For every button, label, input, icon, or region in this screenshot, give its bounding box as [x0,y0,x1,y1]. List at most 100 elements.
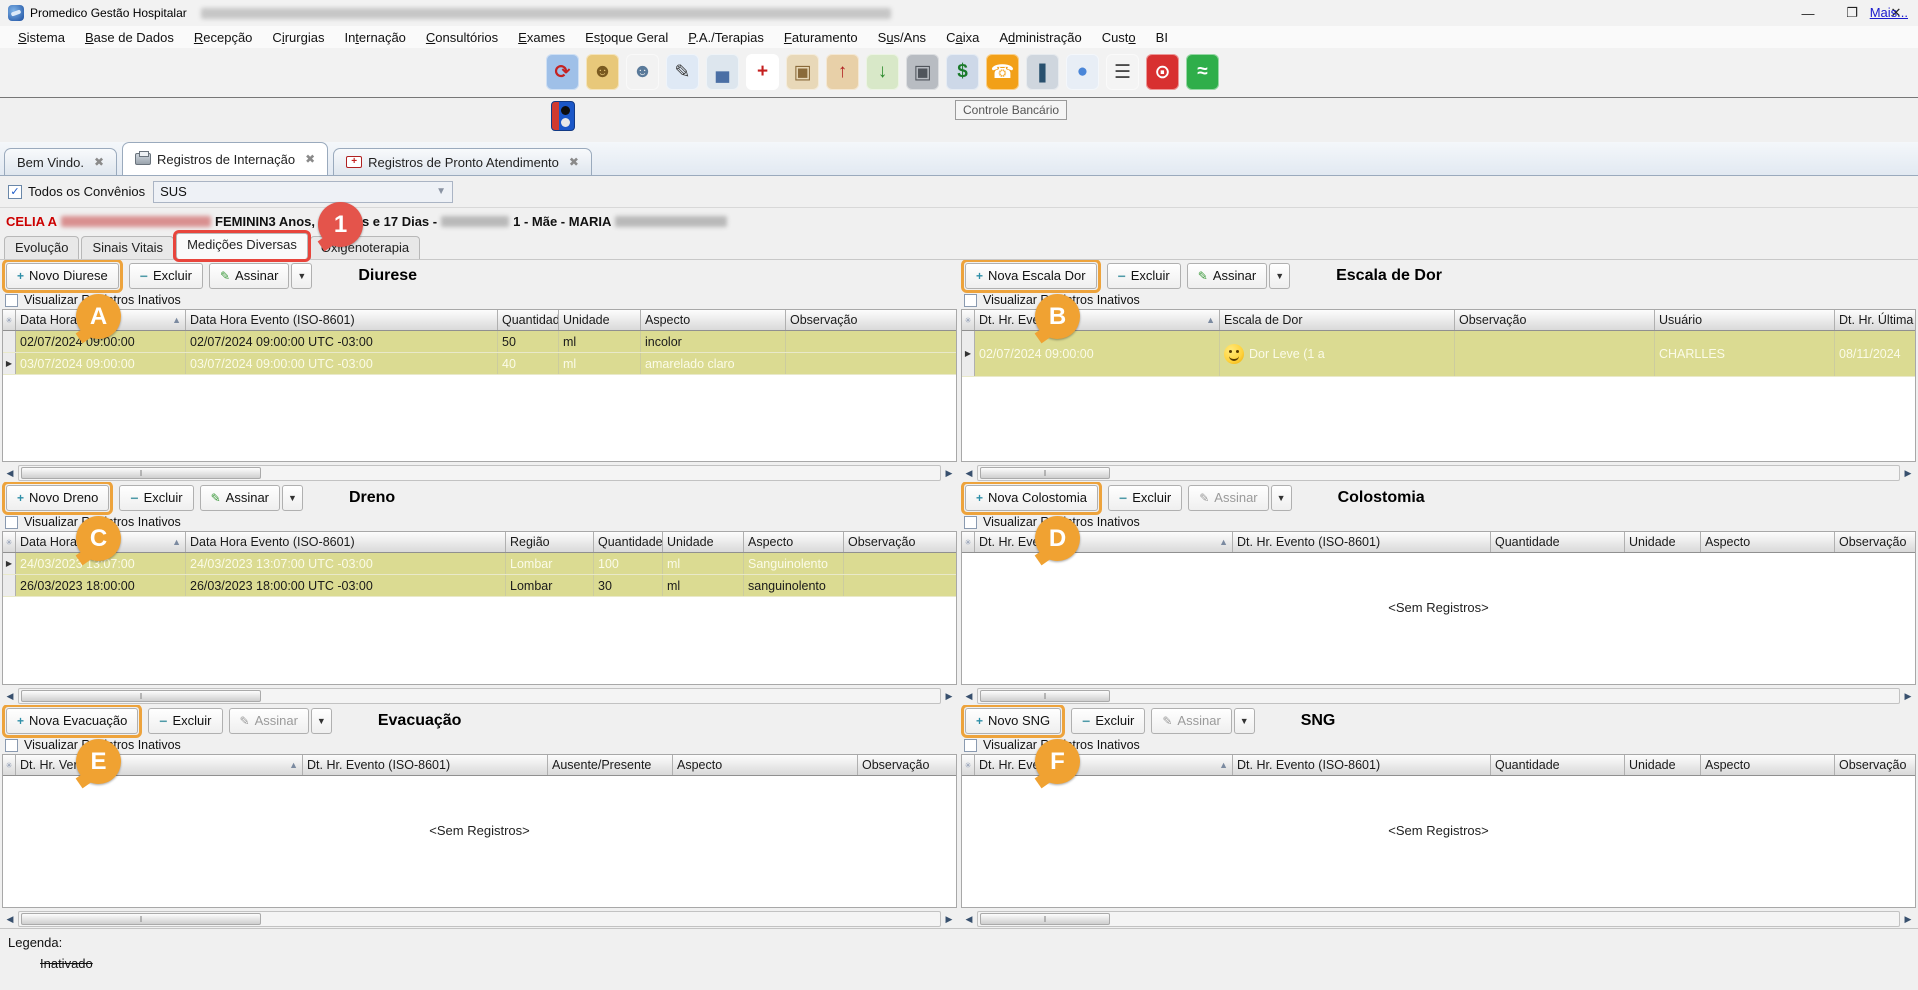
inativos-checkbox[interactable] [5,739,18,752]
convenio-combobox[interactable]: SUS ▼ [153,181,453,203]
table-row[interactable]: ▶02/07/2024 09:00:00Dor Leve (1 aCHARLLE… [962,331,1915,377]
stock-boxes-icon[interactable]: ▣ [786,54,819,90]
column-header[interactable]: Unidade [1625,755,1701,775]
column-header[interactable]: Observação [1835,532,1916,552]
column-header[interactable]: Observação [1835,755,1916,775]
table-row[interactable]: ▶03/07/2024 09:00:0003/07/2024 09:00:00 … [3,353,956,375]
scroll-right-icon[interactable]: ▶ [941,691,957,702]
scrollbar-track[interactable]: ‖ [977,911,1900,927]
assinar-button[interactable]: ✎ Assinar [1188,485,1268,511]
assinar-button[interactable]: ✎ Assinar [229,708,309,734]
new-button-sng[interactable]: + Novo SNG [965,708,1061,734]
prescription-icon[interactable]: ✎ [666,54,699,90]
column-header[interactable]: Observação [844,532,957,552]
column-header[interactable]: Quantidade [1491,755,1625,775]
hospital-bed-icon[interactable]: ▄ [706,54,739,90]
column-header[interactable]: Unidade [663,532,744,552]
assinar-dropdown-icon[interactable]: ▼ [311,708,332,734]
scrollbar-thumb[interactable]: ‖ [980,467,1110,479]
column-header[interactable]: Usuário [1655,310,1835,330]
assinar-dropdown-icon[interactable]: ▼ [291,263,312,289]
tab-close-icon[interactable]: ✖ [94,155,104,169]
menu-item-base-de-dados[interactable]: Base de Dados [75,28,184,47]
chat-icon[interactable]: ● [1066,54,1099,90]
horizontal-scrollbar[interactable]: ◀ ‖ ▶ [961,464,1916,482]
column-header[interactable]: Quantidade [594,532,663,552]
traffic-light-icon[interactable] [551,101,575,131]
subtab-medi-es-diversas[interactable]: Medições Diversas [176,233,308,259]
column-header[interactable]: Aspecto [1701,755,1835,775]
assinar-button[interactable]: ✎ Assinar [200,485,280,511]
excluir-button[interactable]: − Excluir [129,263,203,289]
column-header[interactable]: Quantidade [1491,532,1625,552]
scroll-right-icon[interactable]: ▶ [1900,914,1916,925]
column-header[interactable]: Dt. Hr. Evento (ISO-8601) [1233,532,1491,552]
scrollbar-thumb[interactable]: ‖ [21,913,261,925]
invoice-icon[interactable]: ☰ [1106,54,1139,90]
minimize-icon[interactable]: — [1786,0,1830,26]
column-header[interactable]: Ausente/Presente [548,755,673,775]
assinar-button[interactable]: ✎ Assinar [1187,263,1267,289]
horizontal-scrollbar[interactable]: ◀ ‖ ▶ [2,910,957,928]
sync-patient-icon[interactable]: ⟳ [546,54,579,90]
menu-item-bi[interactable]: BI [1146,28,1178,47]
bank-safe-icon[interactable]: ▣ [906,54,939,90]
table-row[interactable]: ▶24/03/2023 13:07:0024/03/2023 13:07:00 … [3,553,956,575]
scroll-right-icon[interactable]: ▶ [941,914,957,925]
column-header[interactable]: Aspecto [1701,532,1835,552]
finance-calc-icon[interactable]: $ [946,54,979,90]
tab-close-icon[interactable]: ✖ [305,152,315,166]
scroll-right-icon[interactable]: ▶ [941,468,957,479]
inativos-checkbox[interactable] [964,739,977,752]
column-header[interactable]: Dt. Hr. Evento (ISO-8601) [1233,755,1491,775]
menu-item-p-a-terapias[interactable]: P.A./Terapias [678,28,774,47]
doctor-icon[interactable]: ☻ [626,54,659,90]
column-header[interactable]: Quantidade [498,310,559,330]
scroll-left-icon[interactable]: ◀ [2,691,18,702]
new-button-diurese[interactable]: + Novo Diurese [6,263,119,289]
column-header[interactable]: Dt. Hr. Evento▲ [975,755,1233,775]
scrollbar-track[interactable]: ‖ [18,911,941,927]
tab-registros-de-pronto-atendimento[interactable]: +Registros de Pronto Atendimento✖ [333,148,592,175]
scroll-left-icon[interactable]: ◀ [2,468,18,479]
excluir-button[interactable]: − Excluir [1108,485,1182,511]
tab-registros-de-interna-o[interactable]: Registros de Internação✖ [122,142,328,175]
assinar-dropdown-icon[interactable]: ▼ [1269,263,1290,289]
scrollbar-thumb[interactable]: ‖ [21,467,261,479]
menu-item-recep-o[interactable]: Recepção [184,28,263,47]
column-header[interactable]: Aspecto [744,532,844,552]
column-header[interactable]: Dt. Hr. Evento (ISO-8601) [303,755,548,775]
phonebook-icon[interactable]: ☎ [986,54,1019,90]
excluir-button[interactable]: − Excluir [119,485,193,511]
power-off-icon[interactable]: ⊙ [1146,54,1179,90]
menu-item-interna-o[interactable]: Internação [334,28,415,47]
excluir-button[interactable]: − Excluir [1071,708,1145,734]
ambulance-icon[interactable]: + [746,54,779,90]
scrollbar-thumb[interactable]: ‖ [980,913,1110,925]
horizontal-scrollbar[interactable]: ◀ ‖ ▶ [961,687,1916,705]
column-header[interactable]: Aspecto [673,755,858,775]
patient-folder-icon[interactable]: ☻ [586,54,619,90]
scrollbar-thumb[interactable]: ‖ [980,690,1110,702]
mais-link[interactable]: Mais... [1870,5,1908,20]
assinar-dropdown-icon[interactable]: ▼ [282,485,303,511]
scroll-right-icon[interactable]: ▶ [1900,691,1916,702]
column-header[interactable]: Dt. Hr. Evento▲ [975,532,1233,552]
todos-convenios-checkbox[interactable]: ✓ [8,185,22,199]
scroll-left-icon[interactable]: ◀ [961,914,977,925]
tab-close-icon[interactable]: ✖ [569,155,579,169]
scrollbar-track[interactable]: ‖ [18,465,941,481]
scroll-left-icon[interactable]: ◀ [2,914,18,925]
new-button-escala-dor[interactable]: + Nova Escala Dor [965,263,1097,289]
column-header[interactable]: Aspecto [641,310,786,330]
menu-item-faturamento[interactable]: Faturamento [774,28,868,47]
column-header[interactable]: Escala de Dor [1220,310,1455,330]
column-header[interactable]: Região [506,532,594,552]
column-header[interactable]: Dt. Hr. Evento▲ [975,310,1220,330]
table-row[interactable]: 02/07/2024 09:00:0002/07/2024 09:00:00 U… [3,331,956,353]
column-header[interactable]: Data Hora Evento (ISO-8601) [186,310,498,330]
scrollbar-thumb[interactable]: ‖ [21,690,261,702]
subtab-sinais-vitais[interactable]: Sinais Vitais [81,236,174,259]
inativos-checkbox[interactable] [964,516,977,529]
health-log-icon[interactable]: ≈ [1186,54,1219,90]
